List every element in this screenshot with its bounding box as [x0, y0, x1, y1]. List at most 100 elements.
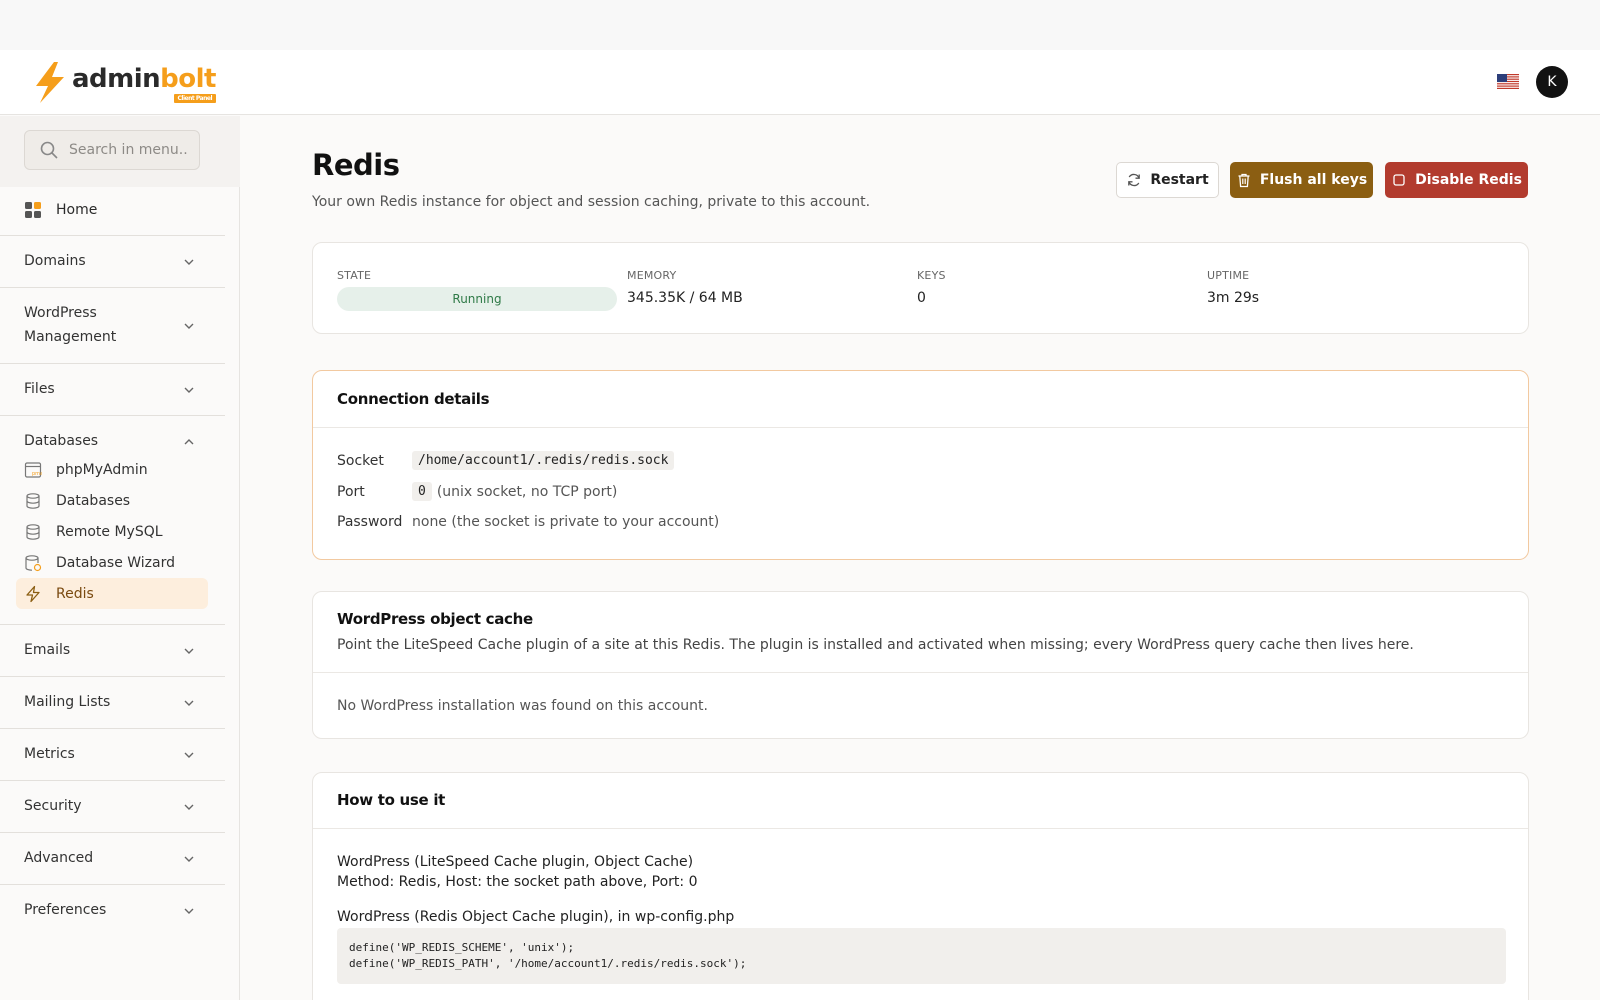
us-flag-icon[interactable]	[1497, 74, 1519, 89]
wp-config-code-block[interactable]: define('WP_REDIS_SCHEME', 'unix'); defin…	[337, 928, 1506, 984]
card-title: WordPress object cache	[337, 610, 533, 628]
sidebar-section-domains[interactable]: Domains	[0, 235, 225, 287]
sidebar-section-wordpress[interactable]: WordPress Management	[0, 287, 225, 363]
port-label: Port	[337, 483, 365, 500]
page-subtitle: Your own Redis instance for object and s…	[312, 194, 871, 210]
sidebar-section-emails[interactable]: Emails	[0, 624, 225, 676]
sidebar-section-files[interactable]: Files	[0, 363, 225, 415]
sidebar-section-metrics[interactable]: Metrics	[0, 728, 225, 780]
card-description: Point the LiteSpeed Cache plugin of a si…	[337, 637, 1414, 653]
litespeed-detail: Method: Redis, Host: the socket path abo…	[337, 874, 698, 890]
stat-value: 345.35K / 64 MB	[627, 290, 743, 306]
divider	[313, 828, 1528, 829]
litespeed-title: WordPress (LiteSpeed Cache plugin, Objec…	[337, 854, 694, 870]
card-title: Connection details	[337, 390, 490, 408]
wordpress-object-cache-card: WordPress object cache Point the LiteSpe…	[312, 591, 1529, 739]
stop-square-icon	[1393, 174, 1405, 186]
chevron-down-icon	[184, 323, 194, 329]
sidebar-section-label: Mailing Lists	[24, 694, 111, 710]
password-value: none (the socket is private to your acco…	[412, 514, 720, 530]
stat-label: KEYS	[917, 269, 946, 282]
redis-object-cache-title: WordPress (Redis Object Cache plugin), i…	[337, 909, 735, 925]
chevron-down-icon	[184, 387, 194, 393]
brand-name: adminbolt Client Panel	[72, 64, 216, 103]
chevron-down-icon	[184, 908, 194, 914]
status-badge: Running	[337, 287, 617, 311]
search-icon	[40, 141, 58, 159]
sidebar-item-label: Remote MySQL	[56, 523, 163, 540]
sidebar-section-label: Metrics	[24, 746, 75, 762]
disable-redis-button[interactable]: Disable Redis	[1385, 162, 1528, 198]
user-avatar[interactable]: K	[1536, 66, 1568, 98]
password-label: Password	[337, 514, 403, 530]
how-to-use-card: How to use it WordPress (LiteSpeed Cache…	[312, 772, 1529, 1000]
stat-value: 3m 29s	[1207, 290, 1260, 306]
divider	[313, 672, 1528, 673]
svg-text:pma: pma	[32, 471, 42, 477]
refresh-icon	[1128, 173, 1141, 187]
sidebar-section-label[interactable]: Databases	[24, 429, 98, 453]
sidebar-item-label: Databases	[56, 492, 131, 509]
page-title: Redis	[312, 148, 400, 182]
sidebar-search[interactable]	[24, 130, 200, 170]
sidebar-item-database-wizard[interactable]: Database Wizard	[16, 547, 208, 578]
database-icon	[26, 492, 40, 509]
sidebar-section-label: Preferences	[24, 902, 107, 918]
sidebar-item-phpmyadmin[interactable]: pma phpMyAdmin	[16, 454, 208, 485]
sidebar-item-redis[interactable]: Redis	[16, 578, 208, 609]
stat-label: UPTIME	[1207, 269, 1250, 282]
socket-value[interactable]: /home/account1/.redis/redis.sock	[412, 451, 675, 470]
stat-label: MEMORY	[627, 269, 677, 282]
card-title: How to use it	[337, 791, 446, 809]
sidebar-search-area	[0, 116, 240, 187]
sidebar-item-remote-mysql[interactable]: Remote MySQL	[16, 516, 208, 547]
brand-logo[interactable]: adminbolt Client Panel	[30, 60, 216, 104]
sidebar-section-label: Emails	[24, 642, 71, 658]
brand-name-part2: bolt	[160, 64, 216, 94]
disable-label: Disable Redis	[1415, 172, 1522, 188]
sidebar-section-label: Domains	[24, 253, 86, 269]
port-value[interactable]: 0	[412, 482, 432, 501]
sidebar-item-label: phpMyAdmin	[56, 461, 148, 478]
chevron-down-icon	[184, 856, 194, 862]
sidebar-section-label-line2: Management	[24, 329, 117, 345]
flush-label: Flush all keys	[1259, 172, 1368, 188]
chevron-down-icon	[184, 648, 194, 654]
bolt-logo-icon	[36, 62, 64, 103]
port-note: (unix socket, no TCP port)	[436, 483, 618, 500]
app-header: adminbolt Client Panel K	[0, 50, 1600, 115]
stats-card: STATE Running MEMORY 345.35K / 64 MB KEY…	[312, 242, 1529, 334]
socket-row: Socket /home/account1/.redis/redis.sock	[337, 451, 675, 470]
chevron-down-icon	[184, 700, 194, 706]
sidebar-section-databases: Databases pma phpMyAdmin Databases Remot…	[0, 415, 225, 624]
chevron-down-icon	[184, 752, 194, 758]
brand-badge: Client Panel	[173, 94, 216, 103]
password-row: Password none (the socket is private to …	[337, 514, 719, 530]
sidebar-item-label: Redis	[56, 585, 94, 602]
sidebar-section-security[interactable]: Security	[0, 780, 225, 832]
stat-value: 0	[917, 290, 926, 306]
stat-state: STATE Running	[337, 269, 617, 311]
flush-all-keys-button[interactable]: Flush all keys	[1230, 162, 1373, 198]
restart-button[interactable]: Restart	[1116, 162, 1219, 198]
phpmyadmin-icon: pma	[24, 461, 42, 478]
stat-memory: MEMORY 345.35K / 64 MB	[627, 269, 743, 306]
restart-label: Restart	[1150, 172, 1209, 188]
sidebar-section-mailing-lists[interactable]: Mailing Lists	[0, 676, 225, 728]
chevron-down-icon	[184, 259, 194, 265]
chevron-up-icon[interactable]	[183, 436, 195, 448]
home-grid-icon	[25, 202, 41, 218]
brand-name-part1: admin	[72, 64, 161, 94]
sidebar-section-label: Security	[24, 798, 82, 814]
search-input[interactable]	[69, 142, 189, 158]
sidebar-section-advanced[interactable]: Advanced	[0, 832, 225, 884]
sidebar-item-home[interactable]: Home	[24, 198, 97, 222]
sidebar-item-label: Database Wizard	[56, 554, 175, 571]
sidebar-section-label-line1: WordPress	[24, 305, 97, 321]
main-content: Redis Your own Redis instance for object…	[240, 116, 1600, 1000]
stat-keys: KEYS 0	[917, 269, 946, 306]
sidebar-section-preferences[interactable]: Preferences	[0, 884, 225, 936]
socket-label: Socket	[337, 452, 384, 469]
stat-uptime: UPTIME 3m 29s	[1207, 269, 1259, 306]
sidebar-item-databases[interactable]: Databases	[16, 485, 208, 516]
